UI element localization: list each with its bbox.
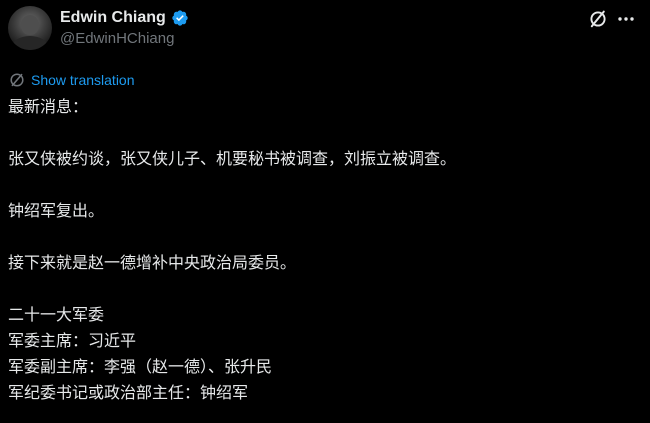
avatar-face xyxy=(21,15,39,35)
tweet-line: 最新消息： xyxy=(8,97,89,116)
verified-badge-icon[interactable] xyxy=(171,9,189,27)
grok-icon[interactable] xyxy=(588,9,608,29)
tweet-line: 钟绍军复出。 xyxy=(8,201,105,220)
translate-icon xyxy=(10,73,24,87)
avatar-shoulders xyxy=(12,36,48,50)
tweet-line: 接下来就是赵一德增补中央政治局委员。 xyxy=(8,253,297,272)
show-translation-link[interactable]: Show translation xyxy=(31,72,135,88)
tweet-line: 军纪委书记或政治部主任：钟绍军 xyxy=(8,383,249,402)
author-display-name[interactable]: Edwin Chiang xyxy=(60,9,166,27)
tweet-line: 军委副主席：李强（赵一德）、张升民 xyxy=(8,357,273,376)
tweet-line: 张又侠被约谈，张又侠儿子、机要秘书被调查，刘振立被调查。 xyxy=(8,149,457,168)
author-name-row: Edwin Chiang xyxy=(60,7,189,29)
tweet-line: 军委主席：习近平 xyxy=(8,331,137,350)
tweet-line: 二十一大军委 xyxy=(8,305,105,324)
more-horizontal-icon[interactable] xyxy=(616,9,636,29)
show-translation-row[interactable]: Show translation xyxy=(9,70,135,90)
author-handle[interactable]: @EdwinHChiang xyxy=(60,30,174,47)
avatar[interactable] xyxy=(8,6,52,50)
tweet-text: 最新消息： 张又侠被约谈，张又侠儿子、机要秘书被调查，刘振立被调查。 钟绍军复出… xyxy=(8,94,638,406)
